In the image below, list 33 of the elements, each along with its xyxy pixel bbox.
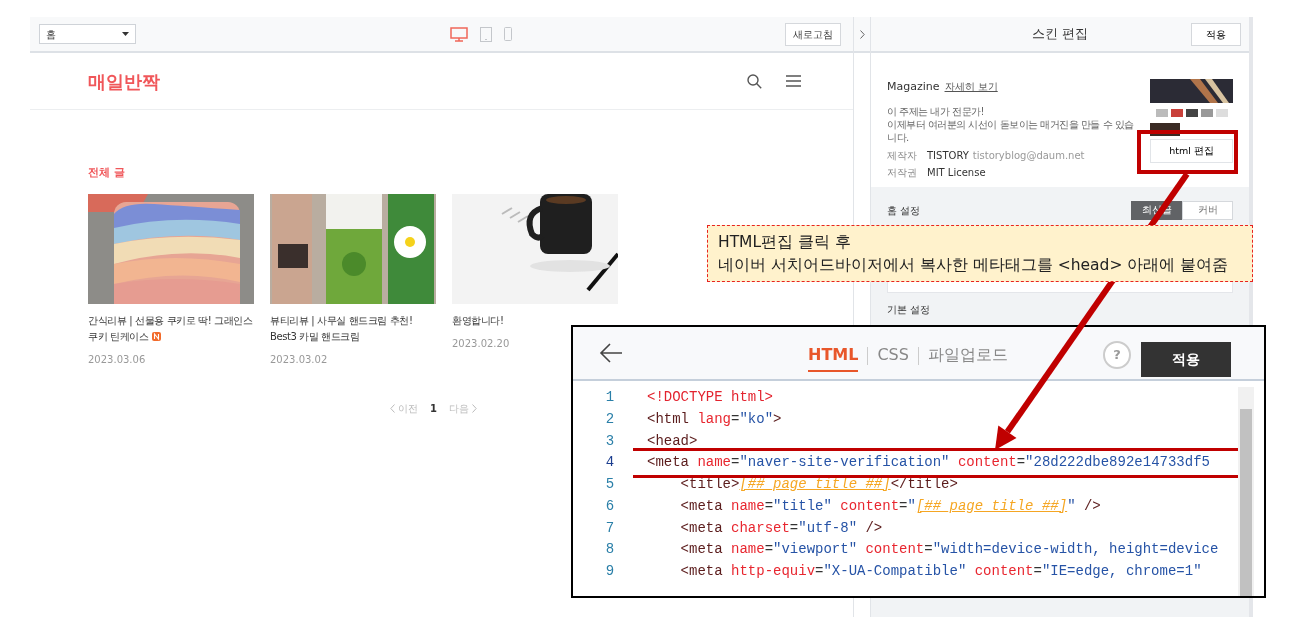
post-date: 2023.03.06 <box>88 352 147 367</box>
section-title: 홈 설정 <box>887 204 921 218</box>
panel-title: 스킨 편집 <box>1031 25 1089 44</box>
meta-value: TISTORY <box>927 150 969 162</box>
meta-email: tistoryblog@daum.net <box>972 150 1085 162</box>
line-number: 5 <box>604 475 616 494</box>
meta-label: 제작자 <box>887 150 917 162</box>
code-line: <!DOCTYPE html> <box>647 388 774 407</box>
post-date: 2023.02.20 <box>452 336 511 351</box>
code-line: <html lang="ko"> <box>647 409 782 429</box>
code-line: <head> <box>647 431 698 451</box>
line-number: 4 <box>604 453 616 473</box>
line-number: 9 <box>604 562 616 581</box>
code-line: <meta name="title" content="[##_page_title_##]" /> <box>679 496 1101 516</box>
post-date: 2023.03.02 <box>270 352 329 367</box>
section-title: 기본 설정 <box>886 303 932 317</box>
line-number: 6 <box>604 496 616 516</box>
annotation-text: 네이버 서치어드바이저에서 복사한 메타태그를 <head> 아래에 붙여줌 <box>718 255 1230 276</box>
annotation-text: HTML편집 클릭 후 <box>718 232 852 253</box>
skin-description: 이제부터 여러분의 시선이 돋보이는 매거진을 만들 수 있습니다. <box>887 118 1135 144</box>
line-number: 3 <box>604 431 616 451</box>
code-line: <meta name="viewport" content="width=device-width, height=device <box>679 540 1219 560</box>
meta-label: 저작권 <box>887 167 917 179</box>
code-line: <meta http-equiv="X-UA-Compatible" content="IE=edge, chrome=1" <box>679 562 1202 581</box>
line-number: 1 <box>604 388 616 407</box>
skin-description: 이 주제는 내가 전문가! <box>887 105 986 118</box>
line-number: 2 <box>604 409 616 429</box>
line-number: 7 <box>604 518 616 538</box>
code-line: <meta charset="utf-8" /> <box>679 518 883 538</box>
skin-name: Magazine <box>887 80 940 93</box>
section-title: 전체 글 <box>88 165 126 181</box>
line-number: 8 <box>604 540 616 560</box>
meta-value: MIT License <box>927 167 986 179</box>
